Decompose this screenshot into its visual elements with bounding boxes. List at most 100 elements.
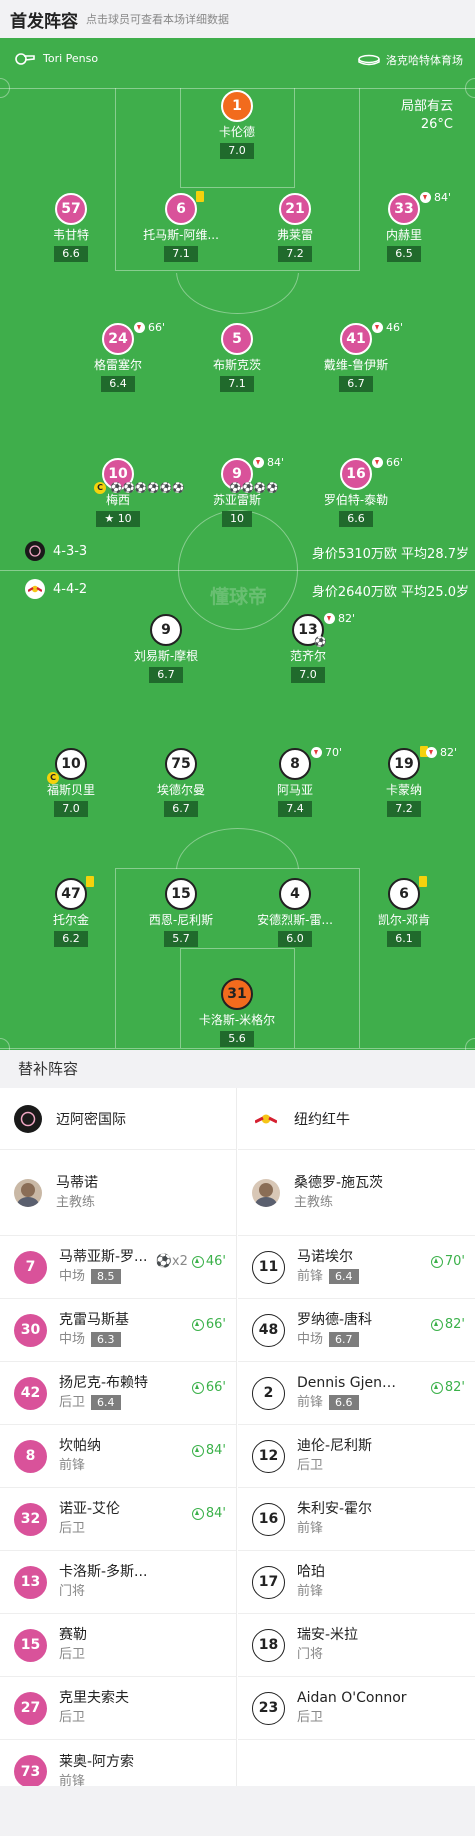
- referee: Tori Penso: [15, 52, 98, 65]
- home-market-value: 身价5310万欧 平均28.7岁: [311, 547, 469, 562]
- player-home-cb1[interactable]: 6 托马斯-阿维... 7.1: [121, 191, 241, 262]
- sub-number: 2: [252, 1376, 285, 1410]
- sub-rating: 6.4: [329, 1269, 359, 1284]
- player-rating: 7.2: [278, 246, 312, 262]
- player-home-gk[interactable]: 1 卡伦德 7.0: [177, 90, 297, 159]
- sub-position: 后卫: [59, 1395, 86, 1410]
- sub-name: 莱奥-阿方索: [59, 1753, 135, 1770]
- sub-player-row[interactable]: 11 马诺埃尔 前锋 6.4 70': [238, 1236, 475, 1299]
- sub-player-row[interactable]: 7 马蒂亚斯-罗... 中场 8.5 ⚽ x2 46': [0, 1236, 236, 1299]
- player-number: 75: [165, 748, 197, 780]
- sub-position: 后卫: [59, 1710, 86, 1725]
- sub-off-icon: [311, 747, 322, 758]
- away-team-row[interactable]: 纽约红牛: [238, 1088, 475, 1150]
- sub-events: 84': [191, 1443, 226, 1458]
- sub-off-indicator: 82': [426, 746, 457, 759]
- player-away-rb[interactable]: 6 凯尔-邓肯 6.1: [344, 876, 464, 947]
- player-home-lw[interactable]: 10 C ⚽⚽⚽⚽⚽⚽ 梅西 ★ 10: [58, 458, 185, 527]
- home-coach[interactable]: 马蒂诺 主教练: [0, 1150, 236, 1236]
- sub-number: 48: [252, 1313, 285, 1347]
- home-team-row[interactable]: 迈阿密国际: [0, 1088, 236, 1150]
- player-away-cm2[interactable]: 8 70' 阿马亚 7.4: [235, 746, 355, 817]
- sub-player-row[interactable]: 30 克雷马斯基 中场 6.3 66': [0, 1299, 236, 1362]
- player-rating: 5.7: [164, 931, 198, 947]
- sub-player-row[interactable]: 32 诺亚-艾伦 后卫 84': [0, 1488, 236, 1551]
- sub-player-row[interactable]: 18 瑞安-米拉 门将: [238, 1614, 475, 1677]
- player-name: 阿马亚: [276, 783, 313, 797]
- player-rating: 6.0: [278, 931, 312, 947]
- page-title: 首发阵容: [10, 11, 78, 32]
- sub-number: 16: [252, 1502, 285, 1536]
- player-name: 托马斯-阿维...: [143, 228, 219, 242]
- away-team-name: 纽约红牛: [294, 1111, 350, 1128]
- player-away-gk[interactable]: 31 卡洛斯-米格尔 5.6: [177, 978, 297, 1047]
- player-home-rw[interactable]: 16 66' 罗伯特-泰勒 6.6: [296, 456, 416, 527]
- sub-off-icon: [372, 457, 383, 468]
- sub-player-row[interactable]: 16 朱利安-霍尔 前锋: [238, 1488, 475, 1551]
- sub-off-indicator: 46': [372, 321, 403, 334]
- sub-number: 11: [252, 1250, 285, 1284]
- player-rating: 6.6: [54, 246, 88, 262]
- player-home-cm1[interactable]: 24 66' 格雷塞尔 6.4: [58, 321, 178, 392]
- stadium-icon: [358, 54, 380, 66]
- sub-player-row[interactable]: 48 罗纳德-唐科 中场 6.7 82': [238, 1299, 475, 1362]
- player-away-cm1[interactable]: 75 埃德尔曼 6.7: [121, 748, 241, 817]
- sub-name: 罗纳德-唐科: [297, 1312, 373, 1328]
- player-away-lb[interactable]: 47 托尔金 6.2: [11, 876, 131, 947]
- sub-player-row[interactable]: 13 卡洛斯-多斯... 门将: [0, 1551, 236, 1614]
- player-rating: 7.1: [220, 376, 254, 392]
- player-away-st1[interactable]: 9 刘易斯-摩根 6.7: [106, 614, 226, 683]
- sub-events: 66': [191, 1380, 226, 1395]
- sub-number: 18: [252, 1628, 285, 1662]
- player-name: 格雷塞尔: [93, 358, 142, 372]
- sub-player-row[interactable]: 17 哈珀 前锋: [238, 1551, 475, 1614]
- sub-position: 后卫: [59, 1521, 86, 1536]
- player-number: 41 46': [340, 321, 403, 355]
- player-number: 5: [221, 323, 253, 355]
- sub-player-row[interactable]: 15 赛勒 后卫: [0, 1614, 236, 1677]
- sub-rating: 6.3: [91, 1332, 121, 1347]
- avatar: [252, 1178, 280, 1207]
- player-home-cm3[interactable]: 41 46' 戴维-鲁伊斯 6.7: [296, 321, 416, 392]
- star-icon: ★: [104, 512, 115, 525]
- sub-player-row[interactable]: 2 Dennis Gjeng... 前锋 6.6 82': [238, 1362, 475, 1425]
- sub-number: 23: [252, 1691, 285, 1725]
- sub-events: 84': [191, 1506, 226, 1521]
- sub-number: 32: [14, 1502, 47, 1536]
- player-home-lb[interactable]: 57 韦甘特 6.6: [11, 193, 131, 262]
- player-number: 9 84' ⚽⚽⚽⚽: [221, 456, 284, 494]
- sub-rating: 8.5: [91, 1269, 121, 1284]
- sub-player-row[interactable]: 42 扬尼克-布赖特 后卫 6.4 66': [0, 1362, 236, 1425]
- player-home-st[interactable]: 9 84' ⚽⚽⚽⚽ 苏亚雷斯 10: [177, 456, 297, 527]
- sub-on-icon: [191, 1507, 204, 1520]
- sub-number: 7: [14, 1250, 47, 1284]
- pitch: Tori Penso 洛克哈特体育场 局部有云 26°C 1 卡伦德 7.0 5…: [0, 38, 475, 1050]
- inter-miami-logo-icon: [14, 1104, 42, 1133]
- away-coach[interactable]: 桑德罗-施瓦茨 主教练: [238, 1150, 475, 1236]
- player-home-rb[interactable]: 33 84' 内赫里 6.5: [344, 191, 464, 262]
- sub-player-row[interactable]: 27 克里夫索夫 后卫: [0, 1677, 236, 1740]
- player-number: 57: [55, 193, 87, 225]
- player-away-st2[interactable]: 13 82' ⚽ 范齐尔 7.0: [248, 612, 368, 683]
- player-away-cb1[interactable]: 15 西恩-尼利斯 5.7: [121, 878, 241, 947]
- sub-position: 门将: [59, 1584, 86, 1599]
- player-home-cb2[interactable]: 21 弗莱雷 7.2: [235, 193, 355, 262]
- sub-player-row[interactable]: 8 坎帕纳 前锋 84': [0, 1425, 236, 1488]
- sub-position: 后卫: [297, 1710, 324, 1725]
- sub-number: 30: [14, 1313, 47, 1347]
- player-home-cm2[interactable]: 5 布斯克茨 7.1: [177, 323, 297, 392]
- inter-miami-logo-icon: [25, 541, 45, 561]
- home-formation: 4-3-3: [53, 543, 88, 559]
- player-away-cb2[interactable]: 4 安德烈斯-雷... 6.0: [235, 878, 355, 947]
- player-rating: 6.5: [387, 246, 421, 262]
- sub-off-icon: [134, 322, 145, 333]
- sub-player-row[interactable]: 23 Aidan O'Connor 后卫: [238, 1677, 475, 1740]
- player-name: 福斯贝里: [46, 783, 95, 797]
- player-rating: 7.4: [278, 801, 312, 817]
- player-away-lm[interactable]: 10 C 福斯贝里 7.0: [11, 748, 131, 817]
- sub-player-row[interactable]: 12 迪伦-尼利斯 后卫: [238, 1425, 475, 1488]
- player-name: 卡蒙纳: [385, 783, 422, 797]
- player-away-rm[interactable]: 19 82' 卡蒙纳 7.2: [344, 746, 464, 817]
- coach-role: 主教练: [56, 1194, 96, 1210]
- whistle-icon: [15, 52, 35, 65]
